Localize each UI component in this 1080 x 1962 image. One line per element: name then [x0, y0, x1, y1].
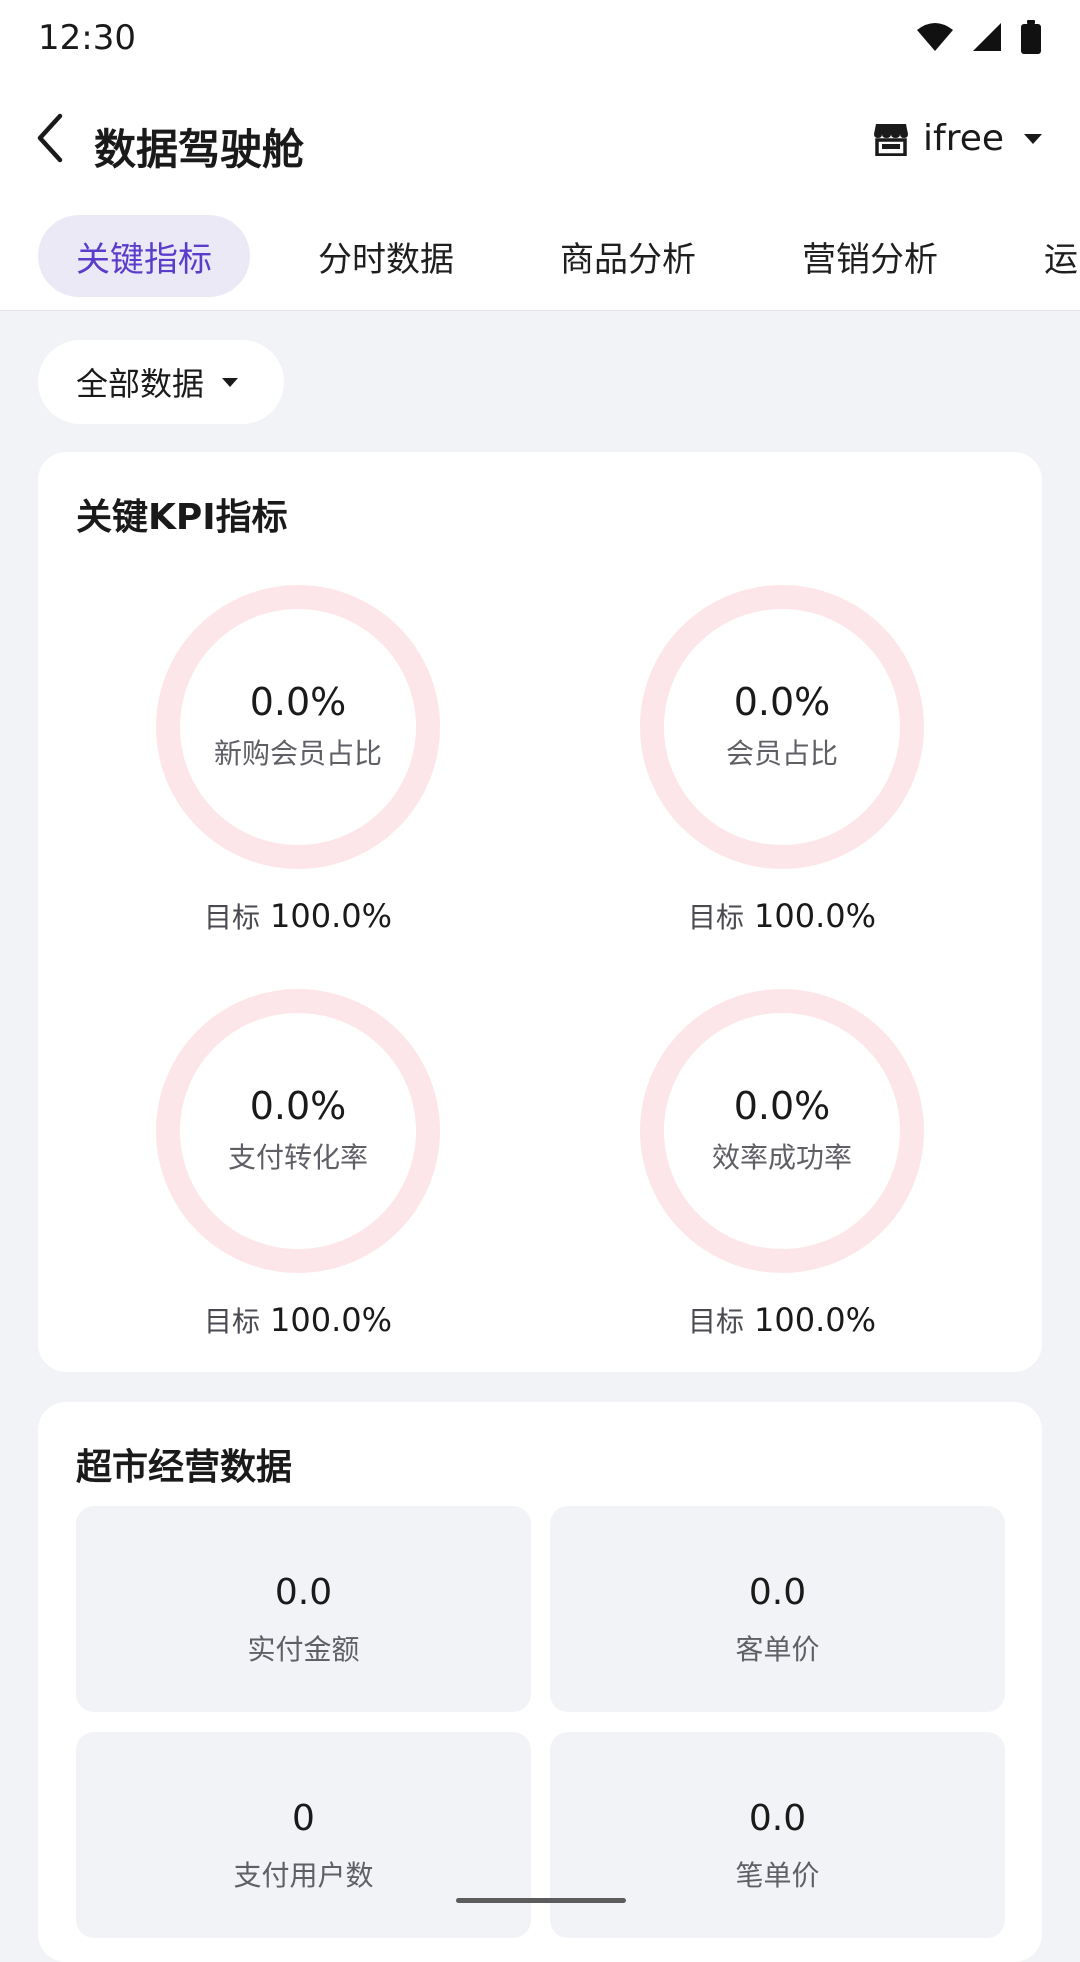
filter-label: 全部数据: [76, 365, 205, 403]
page-title: 数据驾驶舱: [94, 125, 305, 174]
status-bar: 12:30: [0, 0, 1080, 78]
metric-tile[interactable]: 0.0 实付金额: [76, 1506, 531, 1712]
store-icon: [874, 123, 909, 156]
target-value: 100.0%: [754, 1301, 877, 1339]
tab-key-metrics[interactable]: 关键指标: [38, 215, 250, 297]
kpi-value: 0.0%: [733, 1084, 831, 1128]
target-value: 100.0%: [754, 897, 877, 935]
tab-marketing-analysis[interactable]: 营销分析: [764, 215, 976, 297]
metric-tile[interactable]: 0 支付用户数: [76, 1732, 531, 1938]
signal-icon: [972, 22, 1002, 56]
target-value: 100.0%: [270, 1301, 393, 1339]
metric-value: 0: [292, 1798, 315, 1839]
kpi-item: 0.0% 新购会员占比 目标 100.0%: [118, 584, 478, 936]
metric-tile[interactable]: 0.0 客单价: [550, 1506, 1005, 1712]
target-value: 100.0%: [270, 897, 393, 935]
kpi-value: 0.0%: [733, 680, 831, 724]
metric-tile[interactable]: 0.0 笔单价: [550, 1732, 1005, 1938]
wifi-icon: [916, 22, 954, 56]
metric-label: 支付用户数: [233, 1859, 374, 1892]
battery-icon: [1020, 20, 1042, 58]
kpi-ring: 0.0% 会员占比: [639, 584, 925, 870]
kpi-ring: 0.0% 效率成功率: [639, 988, 925, 1274]
kpi-target: 目标 100.0%: [118, 896, 478, 936]
metric-value: 0.0: [748, 1798, 807, 1839]
tab-product-analysis[interactable]: 商品分析: [522, 215, 734, 297]
metric-label: 实付金额: [247, 1633, 360, 1666]
tab-time-data[interactable]: 分时数据: [280, 215, 492, 297]
store-selector[interactable]: ifree: [873, 118, 1042, 159]
tab-bar: 关键指标 分时数据 商品分析 营销分析 运营分析: [38, 214, 1080, 298]
kpi-target: 目标 100.0%: [602, 1300, 962, 1340]
target-label: 目标: [203, 1305, 260, 1338]
data-filter-dropdown[interactable]: 全部数据: [38, 340, 284, 424]
top-header: 12:30 数据驾驶舱 ifree 关键指标 分时数据 商品分析 营销分析 运: [0, 0, 1080, 311]
store-name: ifree: [923, 118, 1004, 159]
kpi-ring: 0.0% 新购会员占比: [155, 584, 441, 870]
tab-operations-analysis[interactable]: 运营分析: [1006, 215, 1080, 297]
kpi-ring: 0.0% 支付转化率: [155, 988, 441, 1274]
status-icons: [916, 20, 1042, 58]
kpi-target: 目标 100.0%: [118, 1300, 478, 1340]
kpi-label: 会员占比: [725, 737, 838, 770]
kpi-item: 0.0% 支付转化率 目标 100.0%: [118, 988, 478, 1340]
kpi-label: 新购会员占比: [213, 737, 382, 770]
target-label: 目标: [687, 1305, 744, 1338]
metric-label: 客单价: [735, 1633, 820, 1666]
target-label: 目标: [203, 901, 260, 934]
kpi-card-title: 关键KPI指标: [76, 497, 288, 538]
kpi-target: 目标 100.0%: [602, 896, 962, 936]
dropdown-caret-icon: [222, 377, 239, 387]
kpi-label: 支付转化率: [227, 1141, 368, 1174]
kpi-item: 0.0% 效率成功率 目标 100.0%: [602, 988, 962, 1340]
kpi-value: 0.0%: [249, 1084, 347, 1128]
chevron-left-icon: [37, 113, 63, 163]
ops-card: 超市经营数据 0.0 实付金额 0.0 客单价 0 支付用户数 0.0 笔单价: [38, 1402, 1042, 1962]
metric-value: 0.0: [748, 1572, 807, 1613]
metric-value: 0.0: [274, 1572, 333, 1613]
target-label: 目标: [687, 901, 744, 934]
app-bar: 数据驾驶舱 ifree: [0, 88, 1080, 198]
kpi-value: 0.0%: [249, 680, 347, 724]
ops-card-title: 超市经营数据: [76, 1447, 293, 1488]
dropdown-caret-icon: [1024, 133, 1042, 144]
status-time: 12:30: [38, 18, 136, 58]
kpi-card: 关键KPI指标 0.0% 新购会员占比 目标 100.0% 0.0% 会员占比 目…: [38, 452, 1042, 1372]
kpi-label: 效率成功率: [711, 1141, 852, 1174]
back-button[interactable]: [30, 112, 78, 164]
kpi-item: 0.0% 会员占比 目标 100.0%: [602, 584, 962, 936]
home-indicator[interactable]: [456, 1898, 626, 1903]
metric-label: 笔单价: [735, 1859, 820, 1892]
